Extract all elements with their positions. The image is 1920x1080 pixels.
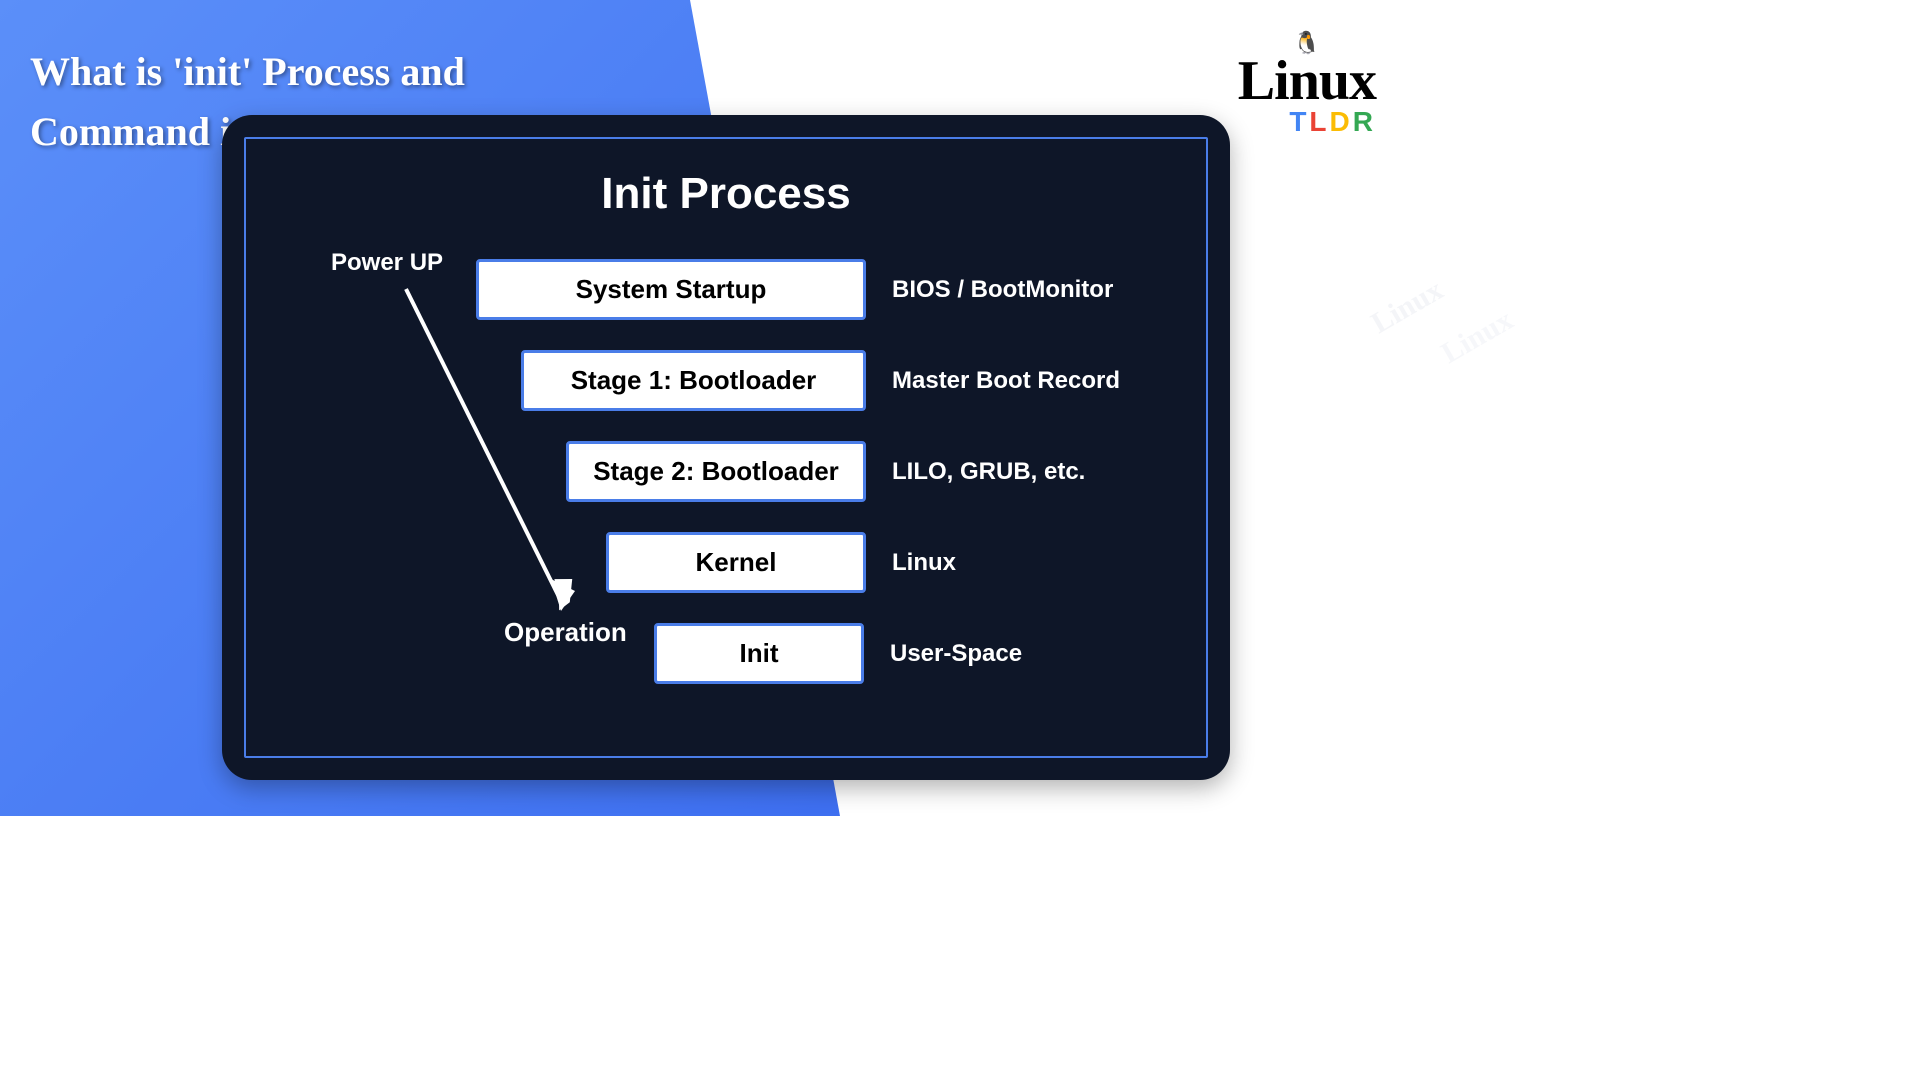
stage-box-init: Init — [654, 623, 864, 684]
stage-label: LILO, GRUB, etc. — [892, 458, 1085, 486]
logo-letter-l: L — [1309, 106, 1329, 137]
logo-letter-d: D — [1330, 106, 1353, 137]
flow-arrow-icon — [391, 279, 591, 639]
logo-main-text: Linux — [1238, 56, 1376, 106]
stage-label: Linux — [892, 549, 956, 577]
stage-label: User-Space — [890, 640, 1022, 668]
stage-box-bootloader-2: Stage 2: Bootloader — [566, 441, 866, 502]
stage-row: Kernel Linux — [606, 532, 1206, 593]
diagram-panel-inner: Init Process Power UP Operation System S… — [244, 137, 1208, 758]
stage-row: Stage 2: Bootloader LILO, GRUB, etc. — [566, 441, 1206, 502]
stage-box-kernel: Kernel — [606, 532, 866, 593]
logo-letter-r: R — [1353, 106, 1376, 137]
diagram-panel: Init Process Power UP Operation System S… — [222, 115, 1230, 780]
arrow-start-label: Power UP — [331, 249, 443, 277]
stage-row: Stage 1: Bootloader Master Boot Record — [521, 350, 1206, 411]
flow-container: Power UP Operation System Startup BIOS /… — [246, 259, 1206, 684]
watermark: Linux — [1436, 303, 1519, 371]
logo-letter-t: T — [1289, 106, 1309, 137]
stage-row: Init User-Space — [654, 623, 1206, 684]
watermark: Linux — [1366, 273, 1449, 341]
diagram-title: Init Process — [246, 169, 1206, 219]
logo: 🐧 Linux TLDR — [1238, 30, 1376, 138]
stage-label: BIOS / BootMonitor — [892, 276, 1113, 304]
stage-label: Master Boot Record — [892, 367, 1120, 395]
